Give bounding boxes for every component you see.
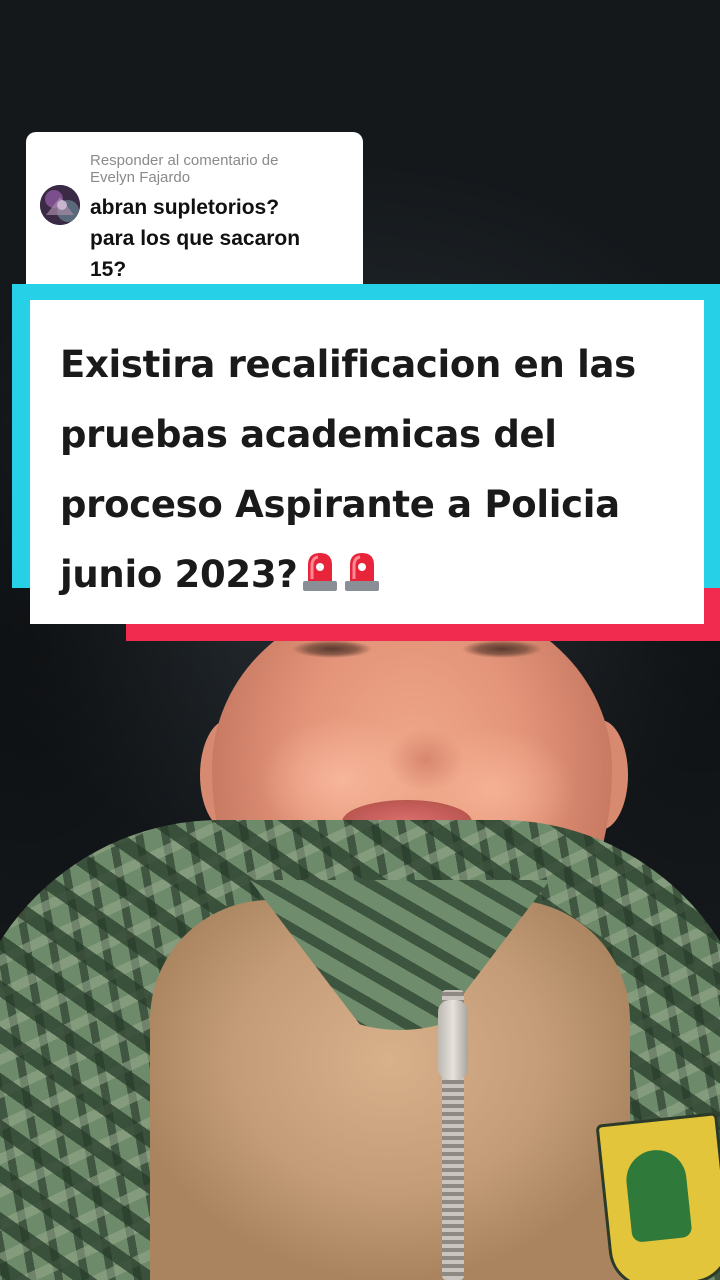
right-eye: [462, 640, 542, 658]
title-card: Existira recalificacion en las pruebas a…: [30, 300, 704, 624]
reply-text-line: 15?: [90, 258, 127, 281]
reply-text-line: para los que sacaron: [90, 227, 301, 250]
title-line-last: junio 2023?: [60, 540, 684, 616]
title-line: pruebas academicas del: [60, 413, 557, 456]
title-line: proceso Aspirante a Policia: [60, 483, 620, 526]
reply-comment-text: abran supletorios? para los que sacaron …: [90, 192, 350, 285]
title-text: Existira recalificacion en las pruebas a…: [60, 330, 684, 616]
reply-header-prefix: Responder al comentario de: [90, 152, 279, 169]
siren-icon: [342, 546, 382, 616]
reply-header: Responder al comentario de Evelyn Fajard…: [90, 152, 350, 186]
reply-comment-sticker[interactable]: Responder al comentario de Evelyn Fajard…: [26, 132, 363, 290]
left-eye: [292, 640, 372, 658]
nose: [378, 700, 474, 790]
siren-icon: [300, 546, 340, 616]
user-avatar-icon[interactable]: [40, 185, 80, 225]
title-line-text: junio 2023?: [60, 553, 298, 596]
zipper-pull: [438, 1000, 468, 1080]
title-line: Existira recalificacion en las: [60, 343, 636, 386]
reply-text-line: abran supletorios?: [90, 196, 280, 219]
reply-header-username: Evelyn Fajardo: [90, 169, 191, 186]
